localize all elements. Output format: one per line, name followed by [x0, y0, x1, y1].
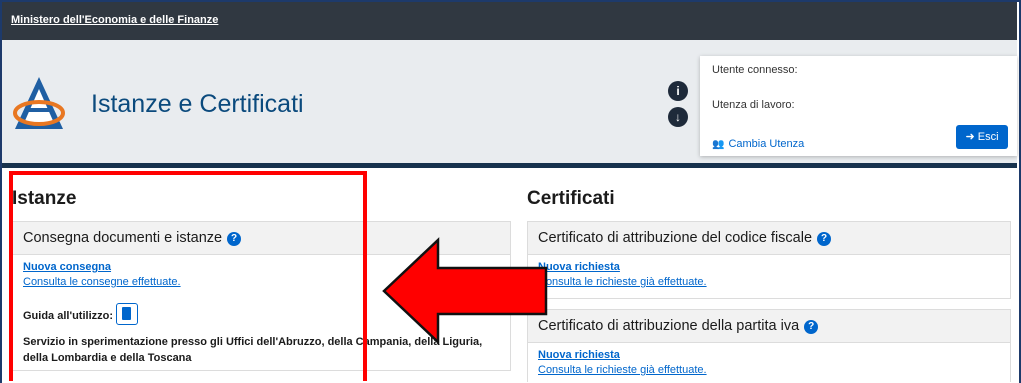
- logout-label: Esci: [977, 131, 999, 143]
- agenzia-entrate-logo[interactable]: [13, 75, 65, 131]
- codice-fiscale-panel-title: Certificato di attribuzione del codice f…: [538, 230, 813, 246]
- connected-user-label: Utente connesso:: [712, 64, 798, 76]
- change-user-label: Cambia Utenza: [728, 138, 805, 150]
- users-icon: 👥: [712, 139, 725, 150]
- request-history-link-cf[interactable]: Consulta le richieste già effettuate.: [538, 276, 707, 288]
- request-history-link-iva[interactable]: Consulta le richieste già effettuate.: [538, 364, 707, 376]
- partita-iva-panel-title: Certificato di attribuzione della partit…: [538, 318, 800, 334]
- highlight-box: [9, 171, 367, 381]
- logout-button[interactable]: ➜ Esci: [956, 125, 1008, 149]
- download-icon[interactable]: ↓: [668, 107, 688, 127]
- help-icon[interactable]: ?: [817, 232, 832, 246]
- user-panel: Utente connesso: Utenza di lavoro: 👥 Camb…: [700, 56, 1017, 156]
- logout-icon: ➜: [965, 131, 978, 143]
- new-request-link-iva[interactable]: Nuova richiesta: [538, 349, 620, 361]
- codice-fiscale-panel-header: Certificato di attribuzione del codice f…: [528, 222, 1010, 255]
- header-divider: [2, 163, 1017, 168]
- partita-iva-panel-header: Certificato di attribuzione della partit…: [528, 310, 1010, 343]
- help-icon[interactable]: ?: [804, 320, 819, 334]
- codice-fiscale-panel: Certificato di attribuzione del codice f…: [527, 221, 1011, 299]
- app-title: Istanze e Certificati: [91, 90, 304, 118]
- change-user-link[interactable]: 👥 Cambia Utenza: [712, 138, 804, 150]
- certificati-title: Certificati: [527, 188, 615, 209]
- new-request-link-cf[interactable]: Nuova richiesta: [538, 261, 620, 273]
- partita-iva-panel: Certificato di attribuzione della partit…: [527, 309, 1011, 382]
- info-icon[interactable]: i: [668, 81, 688, 101]
- ministry-bar: Ministero dell'Economia e delle Finanze: [2, 2, 1017, 40]
- highlight-arrow: [382, 237, 548, 345]
- ministry-link[interactable]: Ministero dell'Economia e delle Finanze: [11, 14, 218, 26]
- workplace-label: Utenza di lavoro:: [712, 99, 795, 111]
